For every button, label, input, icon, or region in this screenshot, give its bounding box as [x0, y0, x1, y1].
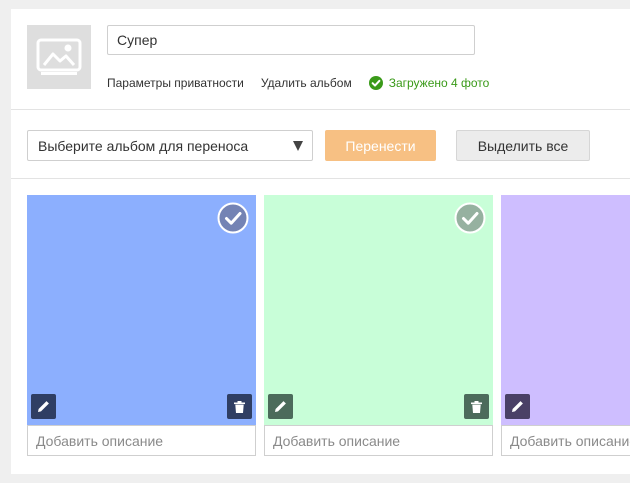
- image-icon: [36, 38, 82, 75]
- trash-icon: [234, 400, 245, 413]
- selected-check-icon[interactable]: [454, 202, 486, 234]
- pencil-icon: [512, 401, 523, 412]
- selected-check-icon[interactable]: [217, 202, 249, 234]
- delete-album-link[interactable]: Удалить альбом: [261, 76, 352, 90]
- delete-photo-button[interactable]: [464, 394, 489, 419]
- upload-status-text: Загружено 4 фото: [388, 76, 490, 90]
- pencil-icon: [275, 401, 286, 412]
- pencil-icon: [38, 401, 49, 412]
- album-cover-placeholder[interactable]: [27, 25, 91, 89]
- target-album-select-value: Выберите альбом для переноса: [38, 137, 249, 154]
- photo-thumbnail[interactable]: [27, 195, 256, 425]
- delete-photo-button[interactable]: [227, 394, 252, 419]
- upload-status: Загружено 4 фото: [368, 76, 490, 90]
- select-all-button[interactable]: Выделить все: [456, 130, 590, 161]
- edit-photo-button[interactable]: [268, 394, 293, 419]
- edit-photo-button[interactable]: [505, 394, 530, 419]
- privacy-settings-link[interactable]: Параметры приватности: [107, 76, 244, 90]
- album-title-input[interactable]: [107, 25, 475, 55]
- trash-icon: [471, 400, 482, 413]
- photo-description-input[interactable]: [264, 425, 493, 456]
- photo-description-input[interactable]: [27, 425, 256, 456]
- move-button[interactable]: Перенести: [325, 130, 436, 161]
- photo-thumbnail[interactable]: [264, 195, 493, 425]
- album-meta-row: Параметры приватности Удалить альбом Заг…: [107, 76, 489, 90]
- photo-thumbnail[interactable]: [501, 195, 630, 425]
- photo-card: [27, 195, 256, 456]
- photo-description-input[interactable]: [501, 425, 630, 456]
- photo-card: [501, 195, 630, 456]
- album-editor-panel: Параметры приватности Удалить альбом Заг…: [11, 9, 630, 474]
- check-circle-icon: [368, 76, 383, 90]
- divider: [11, 178, 630, 179]
- dropdown-arrow-icon: [293, 141, 303, 151]
- photo-card: [264, 195, 493, 456]
- edit-photo-button[interactable]: [31, 394, 56, 419]
- target-album-select[interactable]: Выберите альбом для переноса: [27, 130, 313, 161]
- divider: [11, 109, 630, 110]
